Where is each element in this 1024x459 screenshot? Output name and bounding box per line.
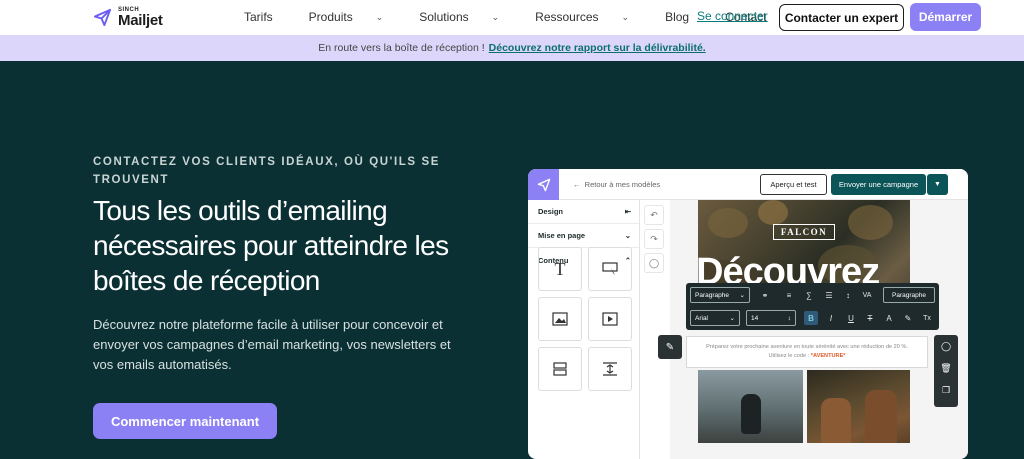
paper-plane-icon [93,8,112,27]
duplicate-icon[interactable]: ❐ [934,379,958,401]
font-size-value: 14 [751,314,759,322]
falcon-brand-badge: FALCON [773,224,835,240]
banner-link[interactable]: Découvrez notre rapport sur la délivrabi… [489,42,706,54]
start-button[interactable]: Démarrer [910,3,981,31]
menu-item-ressources[interactable]: Ressources ⌄ [535,10,647,24]
chevron-down-icon: ⌄ [375,11,384,22]
contact-expert-button[interactable]: Contacter un expert [779,4,904,31]
numbered-list-icon[interactable]: ∑ [802,288,816,302]
login-link[interactable]: Se connecter [697,9,768,23]
promo-text-line: Préparez votre prochaine aventure en tou… [706,344,908,350]
menu-label: Solutions [419,10,469,24]
font-size-stepper[interactable]: 14 ↕ [746,310,796,326]
promo-text-block[interactable]: Préparez votre prochaine aventure en tou… [686,336,928,368]
text-formatting-toolbar: Paragraphe ⌄ ⚭ ≡ ∑ ☰ ↕ VA Paragraphe Aria… [686,283,939,330]
font-family-select[interactable]: Arial ⌄ [690,310,740,326]
style-select-value: Paragraphe [695,291,729,299]
chevron-down-icon: ⌄ [729,315,735,322]
menu-item-produits[interactable]: Produits ⌄ [309,10,402,24]
mailjet-logo[interactable]: SINCH Mailjet [93,7,163,28]
menu-label: Blog [665,10,690,24]
boots-photo [807,370,910,443]
menu-item-tarifs[interactable]: Tarifs [244,10,291,24]
clear-format-icon[interactable]: Tx [920,311,934,325]
align-left-icon[interactable]: ☰ [822,288,836,302]
bold-icon[interactable]: B [804,311,818,325]
font-value: Arial [695,314,709,322]
canvas-content: FALCON Découvrez Paragraphe ⌄ ⚭ ≡ ∑ ☰ ↕ V… [528,169,968,443]
strikethrough-icon[interactable]: T [863,311,877,325]
chevron-down-icon: ⌄ [621,11,630,22]
promo-code: *AVENTURE* [810,353,846,359]
promo-code-label: Utilisez le code : [768,353,810,359]
block-actions: ◯ 🗑 ❐ [934,335,958,407]
menu-label: Ressources [535,10,599,24]
hero-lead: Découvrez notre plateforme facile à util… [93,317,451,372]
text-color-icon[interactable]: A [882,311,896,325]
promo-code-line: Utilisez le code : *AVENTURE* [687,352,927,361]
hiker-figure [741,394,761,434]
style-select[interactable]: Paragraphe ⌄ [690,287,750,303]
chevron-down-icon: ⌄ [739,292,745,299]
trash-icon[interactable]: 🗑 [934,357,958,379]
banner-text: En route vers la boîte de réception ! [318,42,485,54]
hero-title: Tous les outils d’emailing nécessaires p… [93,195,449,296]
pencil-icon[interactable]: ✎ [658,335,682,359]
comment-icon[interactable]: ◯ [934,335,958,357]
paragraph-style-select[interactable]: Paragraphe [883,287,935,303]
hero-eyebrow: CONTACTEZ VOS CLIENTS IDÉAUX, OÙ QU'ILS … [93,156,441,186]
top-nav: SINCH Mailjet Tarifs Produits ⌄ Solutions… [0,0,1024,35]
link-icon[interactable]: ⚭ [758,288,772,302]
line-height-icon[interactable]: ↕ [841,288,855,302]
underline-icon[interactable]: U [844,311,858,325]
menu-item-solutions[interactable]: Solutions ⌄ [419,10,517,24]
bullet-list-icon[interactable]: ≡ [782,288,796,302]
letter-spacing-icon[interactable]: VA [860,288,874,302]
highlight-icon[interactable]: ✎ [901,311,915,325]
announcement-banner: En route vers la boîte de réception ! Dé… [0,35,1024,61]
start-now-button[interactable]: Commencer maintenant [93,403,277,439]
menu-label: Tarifs [244,10,273,24]
italic-icon[interactable]: I [824,311,838,325]
stepper-arrows-icon: ↕ [787,314,791,322]
hiker-photo [698,370,803,443]
chevron-down-icon: ⌄ [491,11,500,22]
menu-label: Produits [308,10,353,24]
paragraph-select-value: Paragraphe [892,291,926,299]
brand-name: Mailjet [118,12,163,29]
